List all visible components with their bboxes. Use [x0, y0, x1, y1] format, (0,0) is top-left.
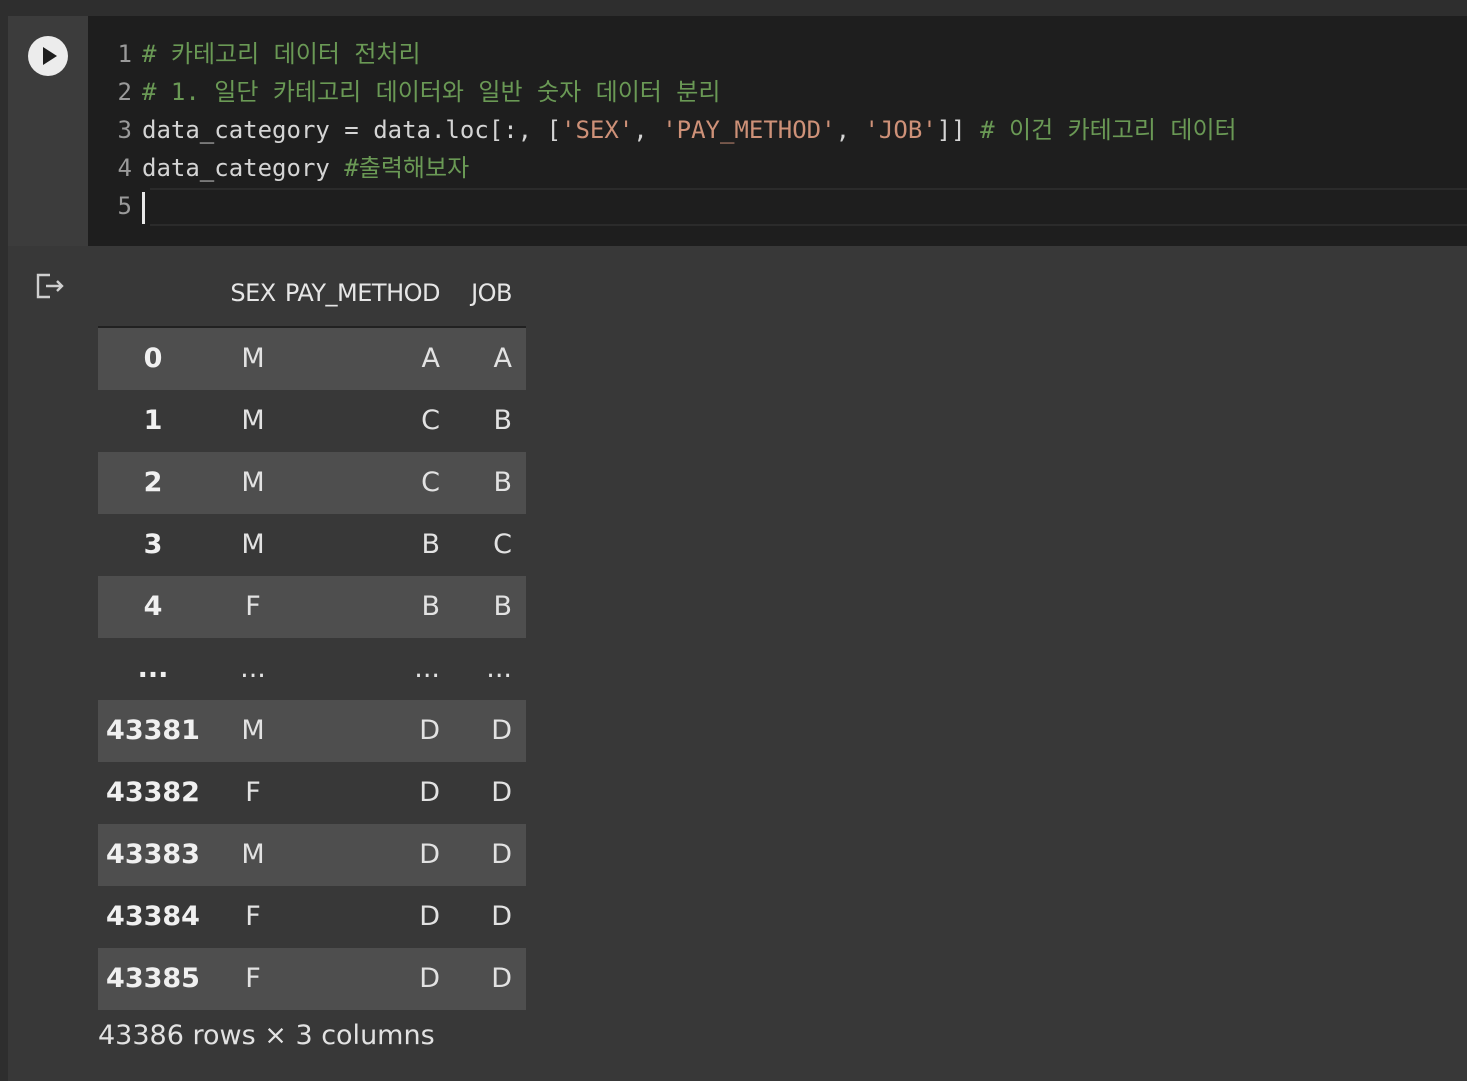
- code-cell[interactable]: 1 # 카테고리 데이터 전처리 2 # 1. 일단 카테고리 데이터와 일반 숫자 …: [8, 16, 1467, 1081]
- code-line[interactable]: 3 data_category = data.loc[:, ['SEX', 'PA…: [88, 111, 1237, 149]
- code-line[interactable]: 4 data_category #출력해보자: [88, 149, 470, 187]
- text-cursor: [142, 192, 145, 224]
- table-row: 43383 M D D: [98, 824, 526, 886]
- table-row: 43384 F D D: [98, 886, 526, 948]
- cell-pay-method: D: [419, 715, 440, 746]
- cell-sex: M: [241, 529, 265, 560]
- code-line[interactable]: 2 # 1. 일단 카테고리 데이터와 일반 숫자 데이터 분리: [88, 73, 721, 111]
- code-text: # 카테고리 데이터 전처리: [132, 35, 421, 73]
- code-string: 'PAY_METHOD': [662, 116, 836, 144]
- code-string: 'JOB': [864, 116, 937, 144]
- cell-sex: F: [245, 901, 261, 932]
- cell-pay-method: A: [421, 343, 440, 374]
- line-number: 3: [117, 116, 132, 144]
- cell-job: B: [493, 467, 512, 498]
- cell-pay-method: D: [419, 839, 440, 870]
- notebook-page: 1 # 카테고리 데이터 전처리 2 # 1. 일단 카테고리 데이터와 일반 숫자 …: [0, 0, 1467, 1081]
- code-line[interactable]: 1 # 카테고리 데이터 전처리: [88, 35, 421, 73]
- code-token: data_category = data.loc[:, [: [142, 116, 562, 144]
- row-index: 43382: [106, 777, 200, 808]
- row-index: ...: [137, 653, 169, 684]
- table-row: 0 M A A: [98, 328, 526, 390]
- play-icon: [43, 47, 57, 65]
- cell-job: D: [491, 777, 512, 808]
- code-token: ,: [835, 116, 865, 144]
- row-index: 1: [143, 405, 163, 436]
- table-row: 3 M B C: [98, 514, 526, 576]
- output-redirect-icon[interactable]: [34, 270, 66, 302]
- code-text: data_category #출력해보자: [132, 149, 469, 187]
- row-index: 43385: [106, 963, 200, 994]
- code-comment: # 1. 일단 카테고리 데이터와 일반 숫자 데이터 분리: [142, 78, 721, 106]
- cell-sex: M: [241, 715, 265, 746]
- code-comment: #출력해보자: [344, 154, 470, 182]
- cell-job: C: [493, 529, 512, 560]
- code-token: ,: [633, 116, 663, 144]
- cell-sex: F: [245, 963, 261, 994]
- cell-left-border: [0, 0, 8, 1081]
- line-number: 1: [117, 40, 132, 68]
- cell-job: D: [491, 715, 512, 746]
- cell-job: A: [493, 343, 512, 374]
- row-index: 43384: [106, 901, 200, 932]
- cell-job: D: [491, 963, 512, 994]
- code-editor[interactable]: 1 # 카테고리 데이터 전처리 2 # 1. 일단 카테고리 데이터와 일반 숫자 …: [88, 16, 1467, 246]
- cell-pay-method: C: [421, 467, 440, 498]
- table-shape-caption: 43386 rows × 3 columns: [98, 1020, 435, 1051]
- cell-job: ...: [486, 653, 512, 684]
- line-number: 5: [117, 192, 132, 220]
- table-header: SEX PAY_METHOD JOB: [98, 272, 526, 328]
- table-row: 43385 F D D: [98, 948, 526, 1010]
- cell-sex: M: [241, 405, 265, 436]
- cell-pay-method: D: [419, 901, 440, 932]
- code-text: # 1. 일단 카테고리 데이터와 일반 숫자 데이터 분리: [132, 73, 720, 111]
- cell-pay-method: B: [421, 591, 440, 622]
- dataframe-table: SEX PAY_METHOD JOB 0MAA1MCB2MCB3MBC4FBB.…: [98, 272, 526, 1010]
- row-index: 0: [143, 343, 163, 374]
- cell-job: D: [491, 839, 512, 870]
- run-cell-button[interactable]: [28, 36, 68, 76]
- top-strip: [0, 0, 1467, 16]
- cell-job: D: [491, 901, 512, 932]
- table-body: 0 M A A 1 M C B 2 M C B 3 M B C 4 F B B............ 43381 M D D…: [98, 328, 526, 1010]
- row-index: 2: [143, 467, 163, 498]
- current-line-highlight: [150, 188, 1467, 226]
- column-header-pay-method: PAY_METHOD: [284, 279, 441, 307]
- cell-pay-method: ...: [414, 653, 440, 684]
- cell-sex: ...: [240, 653, 266, 684]
- table-row: 43381 M D D: [98, 700, 526, 762]
- cell-pay-method: D: [419, 963, 440, 994]
- cell-sex: M: [241, 839, 265, 870]
- row-index: 43383: [106, 839, 200, 870]
- cell-job: B: [493, 405, 512, 436]
- line-number: 2: [117, 78, 132, 106]
- cell-sex: M: [241, 343, 265, 374]
- code-comment: # 카테고리 데이터 전처리: [142, 40, 421, 68]
- code-token: ]]: [936, 116, 981, 144]
- cell-sex: F: [245, 777, 261, 808]
- cell-pay-method: D: [419, 777, 440, 808]
- row-index: 4: [143, 591, 163, 622]
- cell-gutter: [8, 16, 88, 246]
- cell-job: B: [493, 591, 512, 622]
- cell-pay-method: C: [421, 405, 440, 436]
- row-index: 43381: [106, 715, 200, 746]
- table-row: 4 F B B: [98, 576, 526, 638]
- table-row: 1 M C B: [98, 390, 526, 452]
- code-token: data_category: [142, 154, 345, 182]
- code-text: data_category = data.loc[:, ['SEX', 'PAY…: [132, 111, 1237, 149]
- row-index: 3: [143, 529, 163, 560]
- cell-sex: M: [241, 467, 265, 498]
- code-string: 'SEX': [561, 116, 634, 144]
- column-header-job: JOB: [471, 279, 512, 307]
- cell-pay-method: B: [421, 529, 440, 560]
- cell-sex: F: [245, 591, 261, 622]
- code-comment: # 이건 카테고리 데이터: [980, 116, 1237, 144]
- line-number: 4: [117, 154, 132, 182]
- table-ellipsis-row: ............: [98, 638, 526, 700]
- code-line[interactable]: 5: [88, 187, 142, 225]
- table-row: 2 M C B: [98, 452, 526, 514]
- table-row: 43382 F D D: [98, 762, 526, 824]
